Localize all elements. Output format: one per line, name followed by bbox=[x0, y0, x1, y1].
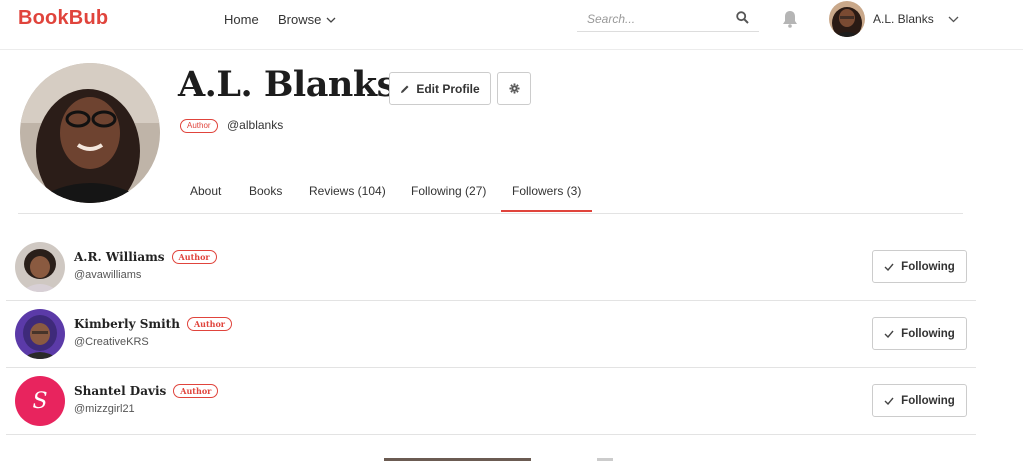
follower-row: Kimberly Smith Author @CreativeKRS Follo… bbox=[6, 301, 976, 368]
following-button-label: Following bbox=[901, 394, 955, 407]
author-badge: Author bbox=[180, 119, 218, 133]
edit-profile-button[interactable]: Edit Profile bbox=[389, 72, 491, 105]
settings-button[interactable] bbox=[497, 72, 531, 105]
nav-browse-menu[interactable]: Browse bbox=[278, 12, 336, 27]
chevron-down-icon bbox=[948, 16, 959, 22]
checkmark-icon bbox=[884, 397, 894, 405]
pencil-icon bbox=[401, 85, 409, 93]
follower-name[interactable]: A.R. Williams bbox=[74, 250, 165, 264]
user-menu[interactable]: A.L. Blanks bbox=[829, 1, 959, 37]
tab-about[interactable]: About bbox=[190, 184, 221, 198]
follower-row: A.R. Williams Author @avawilliams Follow… bbox=[6, 234, 976, 301]
following-button[interactable]: Following bbox=[872, 384, 967, 417]
nav-home-link[interactable]: Home bbox=[224, 12, 259, 27]
checkmark-icon bbox=[884, 263, 894, 271]
following-button-label: Following bbox=[901, 327, 955, 340]
follower-name[interactable]: Kimberly Smith bbox=[74, 317, 180, 331]
profile-tabs: About Books Reviews (104) Following (27)… bbox=[18, 174, 963, 214]
follower-name-line: Shantel Davis Author bbox=[74, 384, 219, 398]
edit-profile-label: Edit Profile bbox=[416, 81, 480, 96]
following-button-label: Following bbox=[901, 260, 955, 273]
follower-name-line: Kimberly Smith Author bbox=[74, 317, 233, 331]
follower-handle: @avawilliams bbox=[74, 269, 142, 281]
user-avatar bbox=[829, 1, 865, 37]
follower-row: S Shantel Davis Author @mizzgirl21 Follo… bbox=[6, 368, 976, 435]
tab-reviews[interactable]: Reviews (104) bbox=[309, 184, 386, 198]
chevron-down-icon bbox=[326, 17, 336, 23]
top-navigation-bar: BookBub Home Browse A.L. Blanks bbox=[0, 0, 1023, 50]
search-input[interactable] bbox=[577, 6, 727, 32]
follower-avatar-initial[interactable]: S bbox=[15, 376, 65, 426]
gear-icon bbox=[508, 83, 520, 94]
profile-name: A.L. Blanks bbox=[178, 64, 396, 105]
tab-books[interactable]: Books bbox=[249, 184, 282, 198]
tab-following[interactable]: Following (27) bbox=[411, 184, 486, 198]
notification-bell-icon[interactable] bbox=[782, 10, 798, 28]
author-badge: Author bbox=[173, 384, 219, 398]
following-button[interactable]: Following bbox=[872, 250, 967, 283]
follower-name-line: A.R. Williams Author bbox=[74, 250, 217, 264]
profile-handle: @alblanks bbox=[227, 118, 284, 132]
checkmark-icon bbox=[884, 330, 894, 338]
follower-avatar[interactable] bbox=[15, 309, 65, 359]
follower-avatar[interactable] bbox=[15, 242, 65, 292]
search-icon[interactable] bbox=[736, 11, 749, 24]
author-badge: Author bbox=[171, 250, 217, 264]
search-box bbox=[577, 6, 759, 32]
follower-handle: @mizzgirl21 bbox=[74, 403, 135, 415]
follower-handle: @CreativeKRS bbox=[74, 336, 149, 348]
bookbub-logo[interactable]: BookBub bbox=[18, 7, 108, 30]
follower-name[interactable]: Shantel Davis bbox=[74, 384, 166, 398]
user-name: A.L. Blanks bbox=[873, 12, 934, 26]
nav-browse-label: Browse bbox=[278, 12, 322, 27]
following-button[interactable]: Following bbox=[872, 317, 967, 350]
author-badge: Author bbox=[186, 317, 233, 331]
tab-followers[interactable]: Followers (3) bbox=[500, 184, 593, 212]
